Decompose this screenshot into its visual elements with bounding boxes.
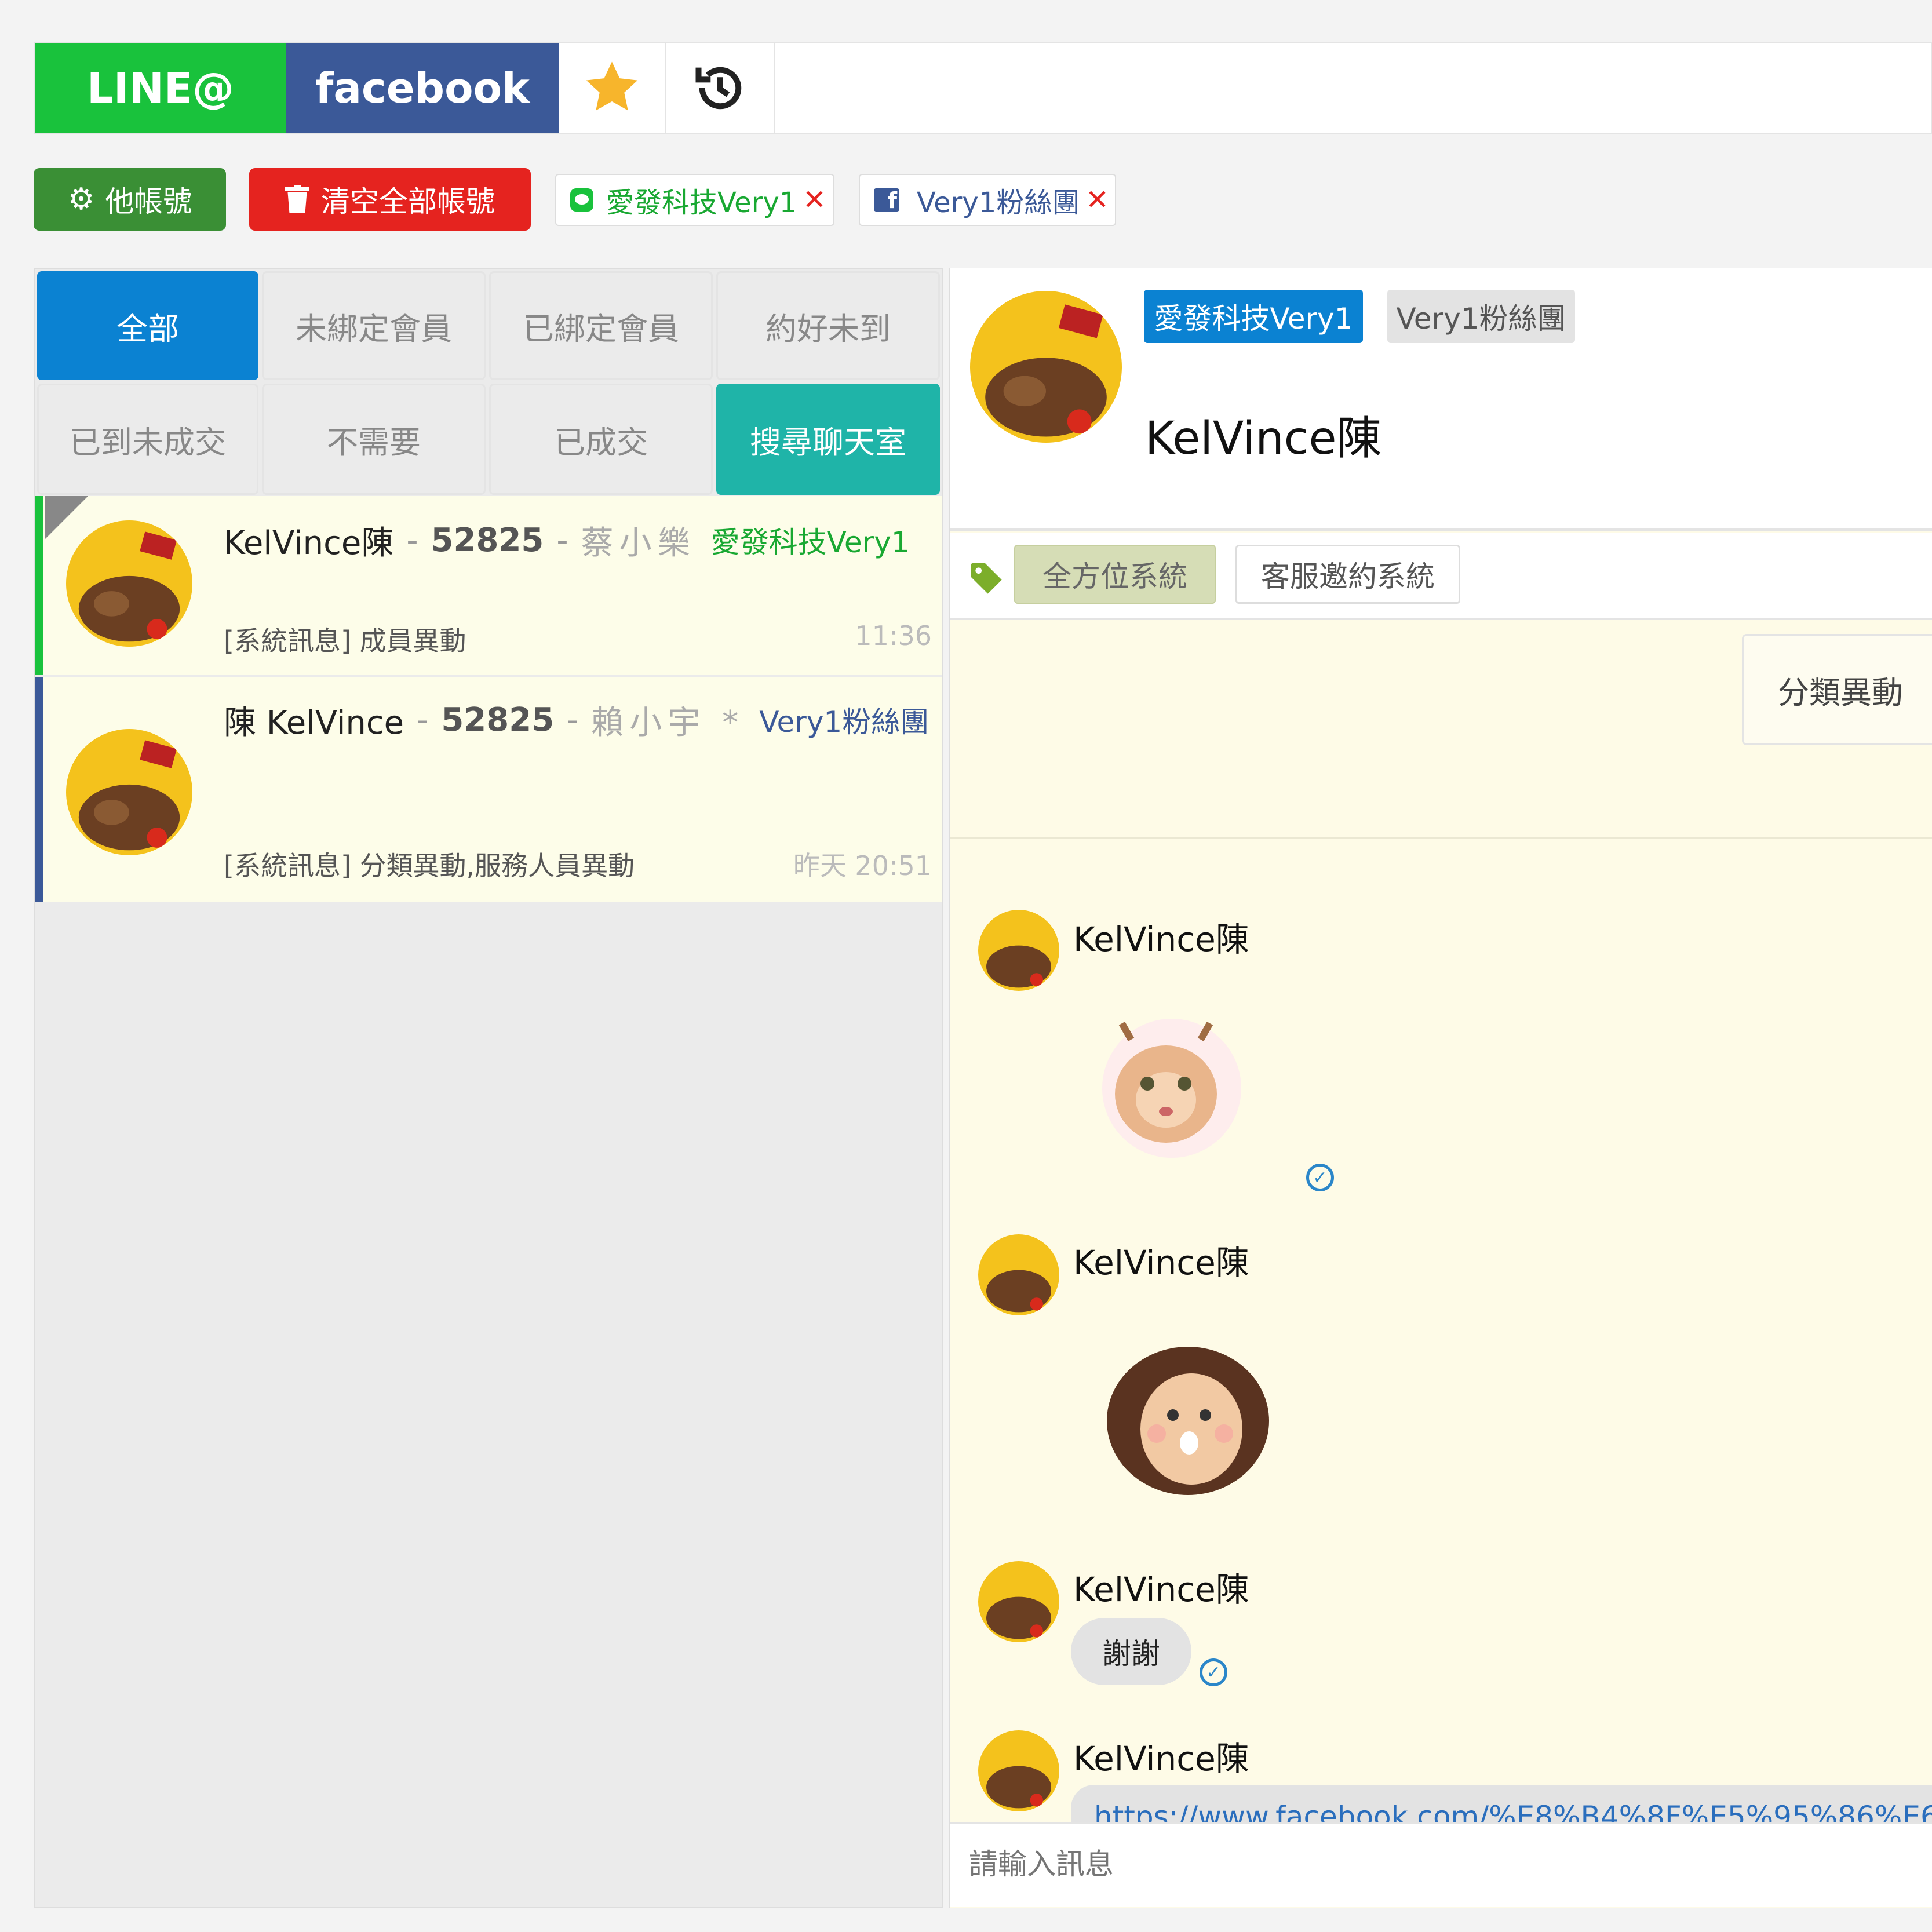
account-label: Very1粉絲團: [759, 705, 929, 739]
sender-avatar: [978, 1234, 1059, 1315]
filter-deal-closed[interactable]: 已成交: [489, 384, 713, 495]
account-label: 愛發科技Very1: [710, 526, 910, 559]
remove-chip-icon[interactable]: ✕: [803, 184, 826, 216]
sender-name: KelVince陳: [1073, 1739, 1249, 1778]
sender-avatar: [978, 910, 1059, 991]
tab-line[interactable]: LINE@: [35, 43, 286, 133]
separator: -: [556, 521, 568, 559]
avatar: [66, 729, 192, 855]
separator: -: [417, 701, 429, 739]
conversation-panel: 全部 未綁定會員 已綁定會員 約好未到 已到未成交 不需要 已成交 搜尋聊天室 …: [34, 268, 943, 1908]
sender-name: KelVince陳: [1073, 1570, 1249, 1609]
tag-icon: [971, 563, 1002, 594]
other-accounts-label: 他帳號: [105, 185, 192, 218]
agent-name: 蔡小樂: [581, 524, 696, 562]
filter-all[interactable]: 全部: [37, 271, 258, 380]
avatar: [66, 520, 192, 647]
sender-name: KelVince陳: [1073, 1243, 1249, 1282]
contact-name: KelVince陳: [1145, 413, 1382, 465]
separator: -: [406, 521, 418, 559]
pinned-corner-marker: [45, 496, 88, 539]
filter-label: 已成交: [554, 424, 648, 461]
history-icon: [695, 67, 742, 110]
filter-unbound-member[interactable]: 未綁定會員: [262, 271, 486, 380]
filter-label: 未綁定會員: [296, 310, 452, 347]
read-check-icon: ✓: [1200, 1658, 1227, 1686]
separator: -: [567, 701, 579, 739]
agent-name: 賴小宇 *: [591, 703, 745, 742]
filter-label: 已綁定會員: [523, 310, 679, 347]
trash-icon: [285, 185, 309, 213]
remove-chip-icon[interactable]: ✕: [1085, 184, 1109, 216]
sender-name: KelVince陳: [1073, 920, 1249, 959]
sender-avatar: [978, 1730, 1059, 1811]
contact-header: 愛發科技Very1 Very1粉絲團 KelVince陳: [950, 268, 1932, 531]
contact-account-badge[interactable]: Very1粉絲團: [1387, 290, 1575, 343]
conversation-header: KelVince陳 - 52825 - 蔡小樂 愛發科技Very1: [224, 517, 942, 563]
filter-arrived-no-deal[interactable]: 已到未成交: [37, 384, 258, 495]
favorites-button[interactable]: [559, 43, 666, 133]
contact-code: 52825: [431, 521, 544, 559]
composer: [950, 1822, 1932, 1907]
history-button[interactable]: [666, 43, 775, 133]
divider: [950, 837, 1932, 839]
tag-chip[interactable]: 客服邀約系統: [1235, 545, 1460, 604]
message-bubble: 謝謝: [1071, 1618, 1191, 1685]
conversation-header: 陳 KelVince - 52825 - 賴小宇 * Very1粉絲團: [224, 697, 942, 743]
conversation-item[interactable]: KelVince陳 - 52825 - 蔡小樂 愛發科技Very1 [系統訊息]…: [35, 496, 942, 675]
platform-bar: LINE@ facebook: [34, 42, 1932, 134]
last-message-preview: [系統訊息] 分類異動,服務人員異動: [224, 850, 635, 881]
message-time: 昨天 20:51: [793, 850, 932, 881]
clear-all-accounts-button[interactable]: 清空全部帳號: [249, 168, 531, 231]
filter-not-needed[interactable]: 不需要: [262, 384, 486, 495]
message-time: 11:36: [855, 620, 932, 651]
contact-code: 52825: [441, 701, 555, 739]
search-chatroom-button[interactable]: 搜尋聊天室: [716, 384, 940, 495]
filter-label: 搜尋聊天室: [750, 424, 906, 461]
tab-line-label: LINE@: [86, 64, 235, 112]
filter-label: 全部: [116, 310, 179, 347]
account-chip-label: 愛發科技Very1: [606, 187, 797, 219]
clear-all-label: 清空全部帳號: [321, 185, 495, 218]
last-message-preview: [系統訊息] 成員異動: [224, 625, 466, 657]
system-event-card: 分類異動: [1742, 634, 1932, 745]
filter-booked-no-show[interactable]: 約好未到: [716, 271, 940, 380]
filter-bound-member[interactable]: 已綁定會員: [489, 271, 713, 380]
line-icon: [570, 188, 593, 212]
sender-avatar: [978, 1561, 1059, 1642]
account-chip-facebook[interactable]: f Very1粉絲團 ✕: [859, 174, 1116, 226]
tab-facebook-label: facebook: [315, 64, 530, 112]
tag-chip[interactable]: 全方位系統: [1014, 545, 1216, 604]
contact-account-badge[interactable]: 愛發科技Very1: [1144, 290, 1363, 343]
facebook-icon: f: [874, 188, 899, 212]
chat-panel: 愛發科技Very1 Very1粉絲團 KelVince陳 全方位系統 客服邀約系…: [949, 268, 1932, 1908]
message-input[interactable]: [968, 1835, 1918, 1893]
read-check-icon: ✓: [1306, 1164, 1334, 1191]
star-icon: [586, 61, 638, 111]
tags-row: 全方位系統 客服邀約系統: [950, 533, 1932, 620]
conversation-item[interactable]: 陳 KelVince - 52825 - 賴小宇 * Very1粉絲團 [系統訊…: [35, 677, 942, 902]
contact-avatar: [970, 291, 1122, 443]
other-accounts-button[interactable]: ⚙ 他帳號: [34, 168, 226, 231]
sticker-image[interactable]: [1089, 1322, 1286, 1496]
contact-name: 陳 KelVince: [224, 703, 404, 742]
contact-name: KelVince陳: [224, 524, 394, 562]
tab-facebook[interactable]: facebook: [286, 43, 559, 133]
account-chip-line[interactable]: 愛發科技Very1 ✕: [555, 174, 834, 226]
filter-label: 不需要: [327, 424, 421, 461]
gear-icon: ⚙: [67, 182, 95, 217]
account-chip-label: Very1粉絲團: [917, 187, 1080, 219]
sticker-image[interactable]: [1085, 1007, 1247, 1158]
filter-label: 約好未到: [765, 310, 891, 347]
filter-label: 已到未成交: [70, 424, 226, 461]
